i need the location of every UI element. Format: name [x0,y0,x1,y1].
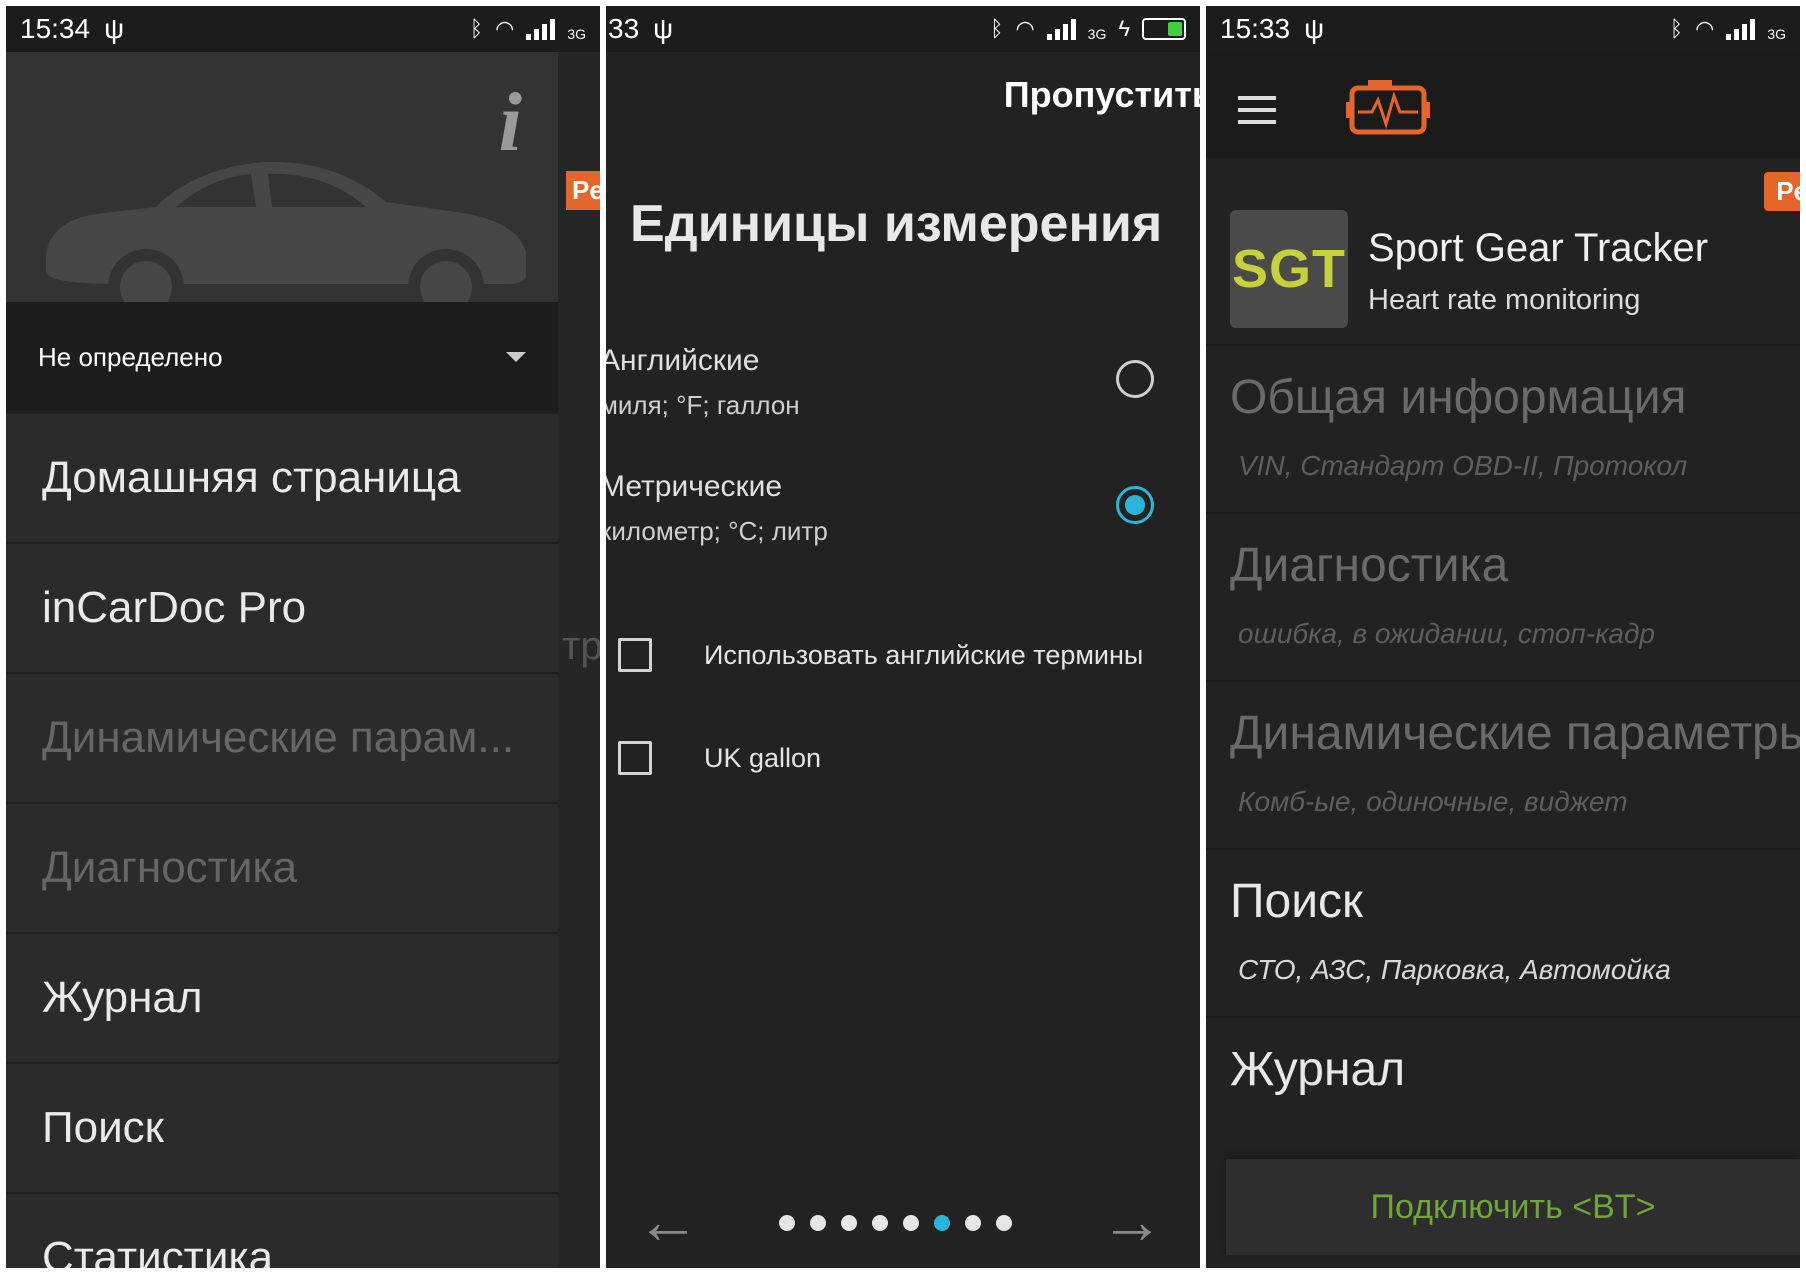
radio-imperial[interactable] [1116,360,1154,398]
engine-logo-icon [1346,80,1430,135]
app-bar [1206,52,1800,158]
section-title: Динамические параметры [1230,707,1800,760]
home-screen: 15:33 ψ ᛒ ◠ 3G Pe SGT Sport Gear Tracker… [1206,6,1800,1268]
back-arrow-icon[interactable]: ← [636,1189,700,1253]
page-dot [810,1215,826,1231]
menu-item-dynamic-params[interactable]: Динамические парам... [6,672,558,802]
forward-arrow-icon[interactable]: → [1100,1189,1164,1253]
section-title: Общая информация [1230,371,1687,424]
signal-icon [526,18,556,40]
page-dot [779,1215,795,1231]
background-text: тр [562,624,600,668]
menu-item-log[interactable]: Журнал [6,932,558,1062]
car-selector-dropdown[interactable]: Не определено [6,302,558,412]
section-subtitle: VIN, Стандарт OBD-II, Протокол [1238,450,1688,481]
usb-icon: ψ [104,13,125,44]
network-type: 3G [1087,26,1107,42]
page-dot [965,1215,981,1231]
onboarding-navigation: ← → [606,1189,1200,1253]
bluetooth-icon: ᛒ [1669,16,1684,41]
section-diagnostics[interactable]: Диагностика ошибка, в ожидании, стоп-кад… [1206,514,1800,682]
skip-button[interactable]: Пропустить [1004,74,1200,116]
wifi-icon: ◠ [1015,16,1035,41]
uk-gallon-checkbox[interactable] [618,741,652,775]
menu-item-diagnostics[interactable]: Диагностика [6,802,558,932]
background-badge: Pe [566,171,600,210]
section-title: Журнал [1230,1043,1406,1096]
section-title: Диагностика [1230,539,1509,592]
menu-item-home[interactable]: Домашняя страница [6,412,558,542]
section-general-info[interactable]: Общая информация VIN, Стандарт OBD-II, П… [1206,346,1800,514]
unit-option-imperial[interactable]: Английские миля; °F; галлон [606,344,1160,421]
section-subtitle: ошибка, в ожидании, стоп-кадр [1238,618,1655,649]
status-bar: 15:34 ψ ᛒ ◠ 3G [6,6,600,52]
unit-option-metric[interactable]: Метрические километр; °C; литр [606,470,1160,547]
page-dot [841,1215,857,1231]
page-dot [996,1215,1012,1231]
background-screen-edge: Pe тр [558,6,600,1268]
battery-icon [1142,18,1186,40]
navigation-drawer: i Не определено Домашняя страница inCarD… [6,52,558,1268]
page-dot [934,1215,950,1231]
menu-icon[interactable] [1238,96,1276,132]
promo-banner[interactable]: SGT Sport Gear Tracker Heart rate monito… [1206,196,1800,346]
status-time: 33 [608,13,640,44]
section-dynamic-params[interactable]: Динамические параметры Комб-ые, одиночны… [1206,682,1800,850]
drawer-header: i [6,52,558,322]
charging-icon: ϟ [1118,16,1130,41]
network-type: 3G [1767,26,1786,42]
status-time: 15:33 [1220,13,1291,44]
menu-item-incardoc-pro[interactable]: inCarDoc Pro [6,542,558,672]
connect-bt-button[interactable]: Подключить <BT> [1226,1159,1800,1255]
unit-description: миля; °F; галлон [606,390,800,420]
unit-name: Английские [606,344,760,377]
drawer-menu: Домашняя страница inCarDoc Pro Динамичес… [6,412,558,1268]
dropdown-icon [506,352,526,362]
status-time: 15:34 [20,13,91,44]
page-indicator [779,1215,1012,1231]
section-subtitle: СТО, АЗС, Парковка, Автомойка [1238,954,1671,985]
signal-icon [1046,18,1076,40]
unit-description: километр; °C; литр [606,516,828,546]
english-terms-checkbox[interactable] [618,638,652,672]
status-bar: 33 ψ ᛒ ◠ 3G ϟ [606,6,1200,52]
section-subtitle: Комб-ые, одиночные, виджет [1238,786,1628,817]
page-title: Единицы измерения [630,195,1163,253]
car-icon [46,161,526,322]
menu-item-statistics[interactable]: Статистика [6,1192,558,1268]
car-selector-label: Не определено [38,341,223,372]
bluetooth-icon: ᛒ [469,16,484,41]
status-bar: 15:33 ψ ᛒ ◠ 3G [1206,6,1800,52]
checkbox-label: Использовать английские термины [704,639,1144,670]
checkbox-label: UK gallon [704,742,822,773]
wifi-icon: ◠ [1695,16,1715,41]
section-search[interactable]: Поиск СТО, АЗС, Парковка, Автомойка [1206,850,1800,1018]
bluetooth-icon: ᛒ [990,16,1004,41]
usb-icon: ψ [653,13,674,44]
promo-title: Sport Gear Tracker [1368,226,1709,270]
section-title: Поиск [1230,875,1364,928]
english-terms-option[interactable]: Использовать английские термины [618,638,1143,672]
unit-name: Метрические [606,470,783,503]
units-setup-screen: 33 ψ ᛒ ◠ 3G ϟ Пропустить Единицы измерен… [606,6,1200,1268]
promo-subtitle: Heart rate monitoring [1368,284,1641,316]
page-dot [903,1215,919,1231]
page-dot [872,1215,888,1231]
radio-metric[interactable] [1116,486,1154,524]
wifi-icon: ◠ [495,16,515,41]
network-type: 3G [567,26,586,42]
navigation-drawer-screen: Pe тр i Не определено Домашняя страница … [6,6,600,1268]
menu-item-search[interactable]: Поиск [6,1062,558,1192]
signal-icon [1726,18,1756,40]
uk-gallon-option[interactable]: UK gallon [618,741,821,775]
usb-icon: ψ [1304,13,1325,44]
sgt-logo: SGT [1230,210,1348,328]
